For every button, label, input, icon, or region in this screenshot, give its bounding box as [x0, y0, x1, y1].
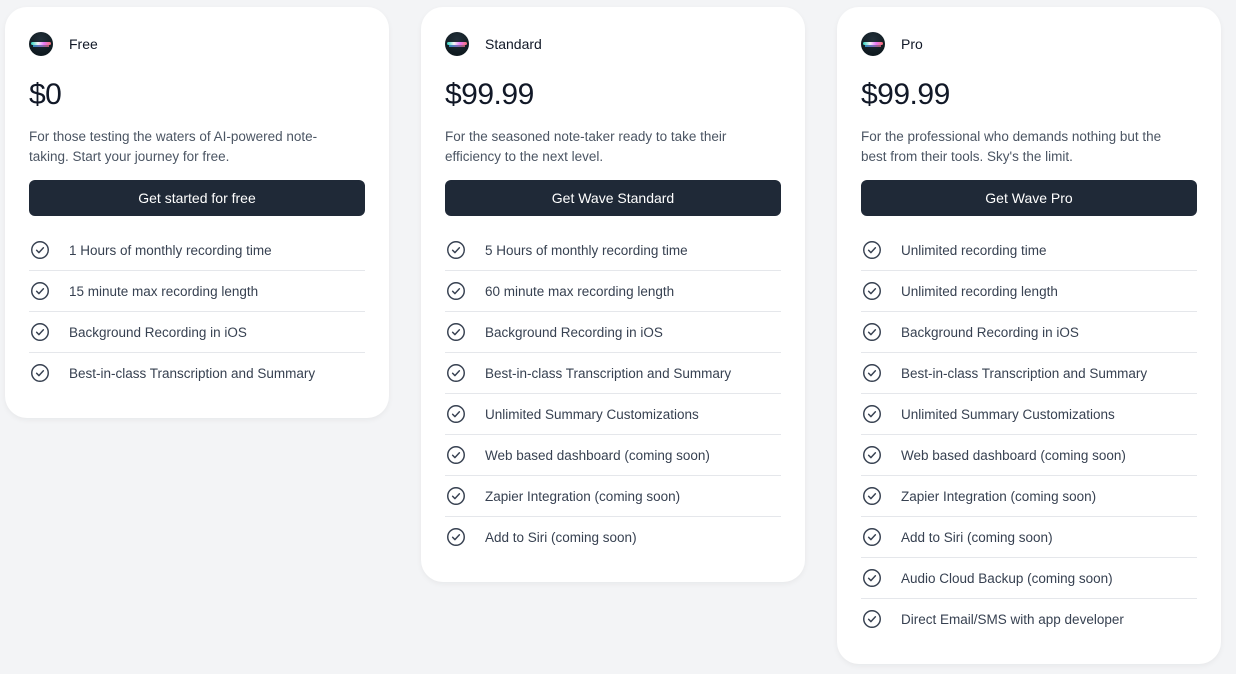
feature-item: Add to Siri (coming soon): [861, 517, 1197, 558]
feature-label: 5 Hours of monthly recording time: [485, 242, 688, 258]
feature-list: 1 Hours of monthly recording time 15 minu…: [29, 230, 365, 393]
feature-label: Background Recording in iOS: [485, 324, 663, 340]
check-circle-icon: [29, 280, 51, 302]
check-circle-icon: [861, 608, 883, 630]
plan-name: Pro: [901, 36, 923, 52]
check-circle-icon: [861, 239, 883, 261]
feature-item: Zapier Integration (coming soon): [445, 476, 781, 517]
check-circle-icon: [445, 321, 467, 343]
feature-label: Direct Email/SMS with app developer: [901, 611, 1124, 627]
feature-item: Background Recording in iOS: [445, 312, 781, 353]
feature-item: 5 Hours of monthly recording time: [445, 230, 781, 271]
check-circle-icon: [861, 403, 883, 425]
check-circle-icon: [861, 567, 883, 589]
feature-label: Unlimited recording length: [901, 283, 1058, 299]
feature-label: Add to Siri (coming soon): [485, 529, 637, 545]
plan-description: For the seasoned note-taker ready to tak…: [445, 129, 727, 164]
wave-logo-icon: [29, 32, 53, 56]
feature-label: Background Recording in iOS: [69, 324, 247, 340]
feature-label: Zapier Integration (coming soon): [901, 488, 1097, 504]
feature-item: Best-in-class Transcription and Summary: [29, 353, 365, 393]
check-circle-icon: [861, 485, 883, 507]
feature-label: Best-in-class Transcription and Summary: [901, 365, 1148, 381]
check-circle-icon: [861, 526, 883, 548]
feature-label: Unlimited recording time: [901, 242, 1047, 258]
feature-label: 15 minute max recording length: [69, 283, 259, 299]
plan-card-pro: Pro $99.99 For the professional who demand…: [837, 7, 1221, 664]
check-circle-icon: [445, 485, 467, 507]
feature-label: 1 Hours of monthly recording time: [69, 242, 272, 258]
check-circle-icon: [29, 362, 51, 384]
feature-list: 5 Hours of monthly recording time 60 minu…: [445, 230, 781, 557]
check-circle-icon: [445, 280, 467, 302]
feature-label: Best-in-class Transcription and Summary: [485, 365, 732, 381]
feature-item: 15 minute max recording length: [29, 271, 365, 312]
plan-name: Standard: [485, 36, 542, 52]
feature-label: Best-in-class Transcription and Summary: [69, 365, 316, 381]
feature-item: Add to Siri (coming soon): [445, 517, 781, 557]
feature-list: Unlimited recording time Unlimited record…: [861, 230, 1197, 639]
feature-label: Web based dashboard (coming soon): [485, 447, 710, 463]
feature-item: Background Recording in iOS: [861, 312, 1197, 353]
wave-logo-icon: [445, 32, 469, 56]
wave-logo-icon: [861, 32, 885, 56]
plan-cta-button[interactable]: Get Wave Pro: [861, 180, 1197, 216]
plan-price: $99.99: [445, 78, 534, 111]
feature-label: 60 minute max recording length: [485, 283, 675, 299]
plan-price: $99.99: [861, 78, 950, 111]
plan-price: $0: [29, 78, 62, 111]
plan-header: Pro: [861, 29, 1197, 59]
feature-item: Best-in-class Transcription and Summary: [445, 353, 781, 394]
feature-item: 60 minute max recording length: [445, 271, 781, 312]
plan-cta-button[interactable]: Get started for free: [29, 180, 365, 216]
feature-label: Web based dashboard (coming soon): [901, 447, 1126, 463]
plan-card-free: Free $0 For those testing the waters of AI…: [5, 7, 389, 418]
check-circle-icon: [29, 239, 51, 261]
feature-item: Unlimited Summary Customizations: [445, 394, 781, 435]
feature-label: Audio Cloud Backup (coming soon): [901, 570, 1113, 586]
plan-description: For the professional who demands nothing…: [861, 129, 1162, 164]
feature-item: Unlimited recording length: [861, 271, 1197, 312]
check-circle-icon: [445, 403, 467, 425]
plan-header: Standard: [445, 29, 781, 59]
feature-item: Web based dashboard (coming soon): [445, 435, 781, 476]
feature-item: Direct Email/SMS with app developer: [861, 599, 1197, 639]
feature-item: 1 Hours of monthly recording time: [29, 230, 365, 271]
feature-label: Zapier Integration (coming soon): [485, 488, 681, 504]
feature-item: Audio Cloud Backup (coming soon): [861, 558, 1197, 599]
plan-cta-button[interactable]: Get Wave Standard: [445, 180, 781, 216]
check-circle-icon: [445, 362, 467, 384]
check-circle-icon: [861, 444, 883, 466]
check-circle-icon: [861, 321, 883, 343]
check-circle-icon: [445, 444, 467, 466]
feature-label: Unlimited Summary Customizations: [485, 406, 699, 422]
check-circle-icon: [29, 321, 51, 343]
feature-item: Unlimited recording time: [861, 230, 1197, 271]
check-circle-icon: [861, 280, 883, 302]
check-circle-icon: [445, 239, 467, 261]
plan-card-standard: Standard $99.99 For the seasoned note-take…: [421, 7, 805, 582]
feature-label: Unlimited Summary Customizations: [901, 406, 1115, 422]
feature-item: Background Recording in iOS: [29, 312, 365, 353]
check-circle-icon: [445, 526, 467, 548]
feature-item: Best-in-class Transcription and Summary: [861, 353, 1197, 394]
plan-description: For those testing the waters of AI-power…: [29, 129, 318, 164]
feature-item: Unlimited Summary Customizations: [861, 394, 1197, 435]
feature-item: Web based dashboard (coming soon): [861, 435, 1197, 476]
plan-name: Free: [69, 36, 98, 52]
feature-label: Background Recording in iOS: [901, 324, 1079, 340]
feature-label: Add to Siri (coming soon): [901, 529, 1053, 545]
feature-item: Zapier Integration (coming soon): [861, 476, 1197, 517]
plan-header: Free: [29, 29, 365, 59]
check-circle-icon: [861, 362, 883, 384]
